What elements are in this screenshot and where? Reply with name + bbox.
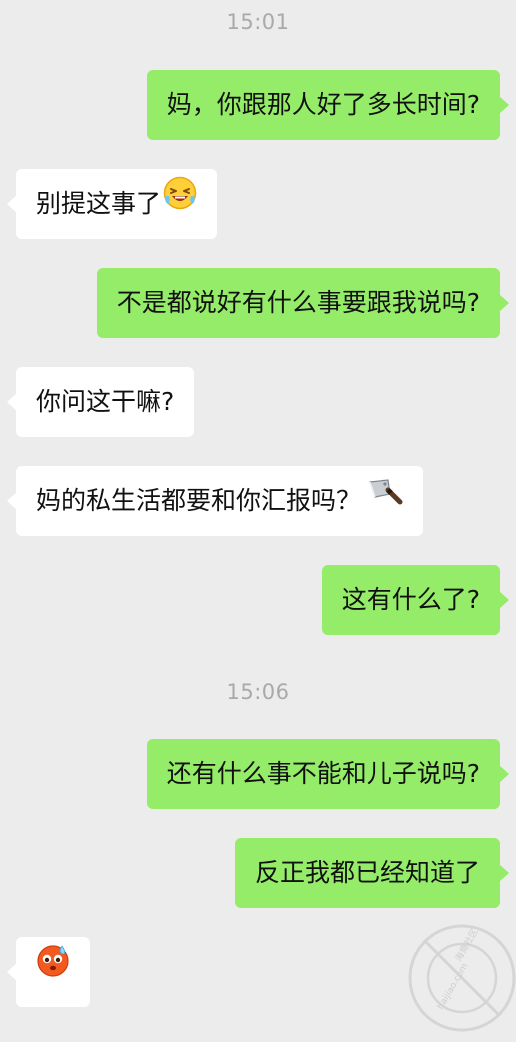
message-bubble-outgoing[interactable]: 这有什么了? (321, 565, 510, 635)
message-text: 妈，你跟那人好了多长时间? (166, 90, 480, 119)
message-bubble-outgoing[interactable]: 还有什么事不能和儿子说吗? (146, 739, 510, 809)
message-bubble-incoming[interactable]: 妈的私生活都要和你汇报吗？ (6, 464, 424, 536)
message-text: 你问这干嘛? (36, 387, 175, 416)
message-text: 这有什么了? (341, 585, 480, 614)
message-bubble-incoming[interactable] (7, 935, 90, 1007)
message-text: 妈的私生活都要和你汇报吗？ (36, 486, 362, 515)
message-bubble-outgoing[interactable]: 反正我都已经知道了 (234, 838, 510, 908)
cleaver-knife-icon (367, 464, 403, 534)
message-text: 反正我都已经知道了 (254, 858, 480, 887)
message-text: 不是都说好有什么事要跟我说吗? (116, 288, 480, 317)
sweating-face-icon (35, 935, 71, 1005)
message-bubble-outgoing[interactable]: 不是都说好有什么事要跟我说吗? (96, 268, 510, 338)
chat-conversation[interactable]: 15:01 妈，你跟那人好了多长时间? 别提这事了 不是都说好有什么事要跟我说吗… (0, 0, 516, 1032)
message-bubble-incoming[interactable]: 别提这事了 (6, 167, 218, 239)
timestamp: 15:06 (226, 680, 290, 704)
timestamp: 15:01 (226, 10, 290, 34)
watermark-logo: 海角社区 haijiao.com (402, 918, 516, 1038)
laughing-face-icon (163, 167, 197, 237)
message-bubble-outgoing[interactable]: 妈，你跟那人好了多长时间? (146, 70, 510, 140)
message-bubble-incoming[interactable]: 你问这干嘛? (6, 367, 195, 437)
message-text: 别提这事了 (36, 189, 162, 218)
message-text: 还有什么事不能和儿子说吗? (166, 759, 480, 788)
